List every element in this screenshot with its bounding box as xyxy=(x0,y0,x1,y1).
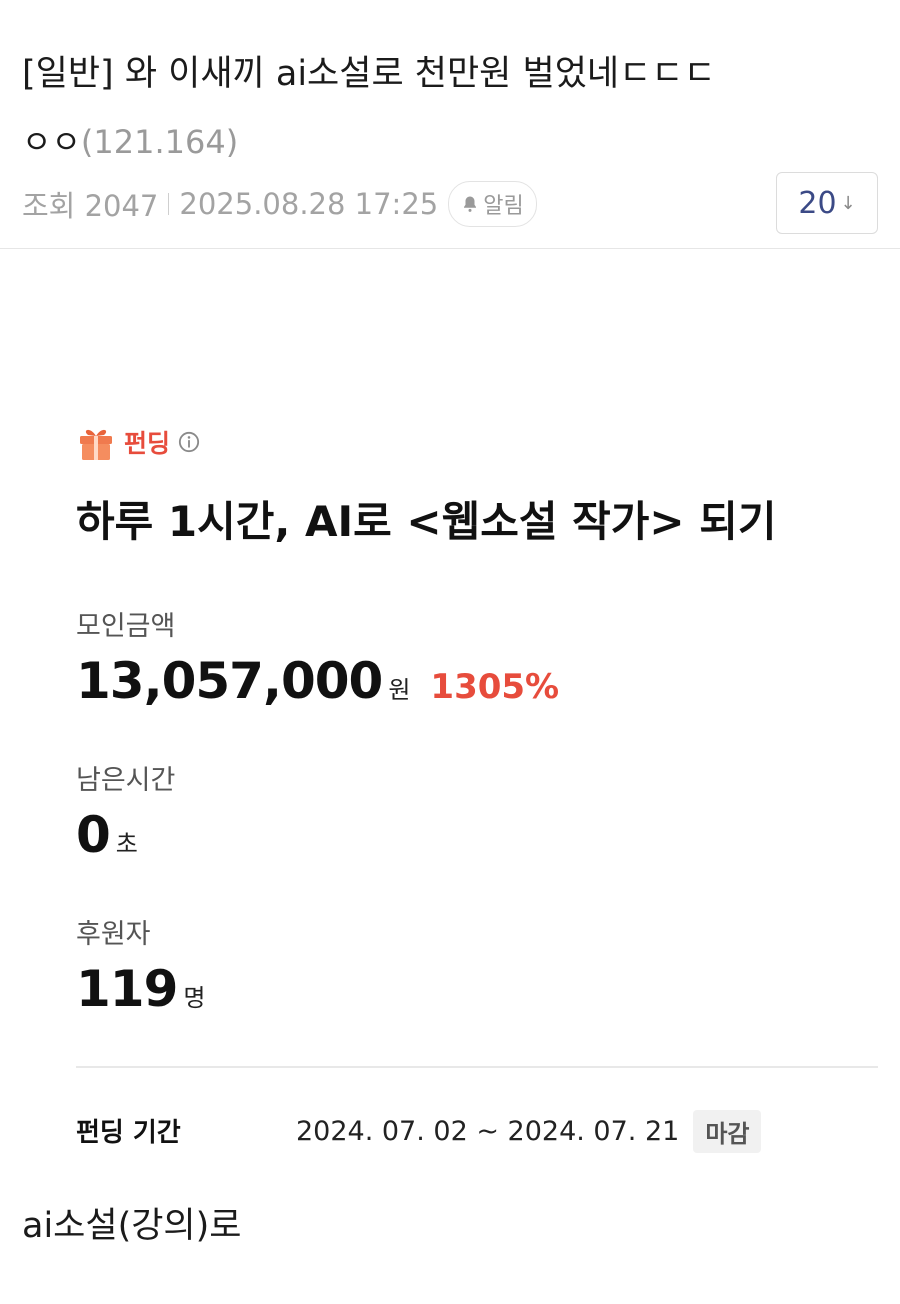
achievement-percent: 1305% xyxy=(430,667,560,707)
amount-value: 13,057,000 xyxy=(76,652,383,710)
arrow-down-icon: ↓ xyxy=(840,192,856,214)
post-header: [일반] 와 이새끼 ai소설로 천만원 벌었네ㄷㄷㄷ ㅇㅇ(121.164) … xyxy=(0,0,900,249)
time-value: 0 xyxy=(76,806,111,864)
funding-badge: 펀딩 xyxy=(76,422,200,462)
backers-row: 119 명 xyxy=(76,960,205,1018)
time-row: 0 초 xyxy=(76,806,138,864)
comment-count-button[interactable]: 20 ↓ xyxy=(776,172,878,234)
alarm-button[interactable]: 알림 xyxy=(448,181,537,227)
period-label: 펀딩 기간 xyxy=(76,1118,181,1148)
bell-icon xyxy=(464,196,477,212)
amount-unit: 원 xyxy=(388,676,411,704)
view-count: 조회 2047 xyxy=(22,189,159,223)
status-badge: 마감 xyxy=(693,1110,762,1153)
backers-value: 119 xyxy=(76,960,178,1018)
alarm-label: 알림 xyxy=(483,194,524,219)
info-icon[interactable] xyxy=(178,431,200,453)
card-divider xyxy=(76,1066,878,1068)
author-name[interactable]: ㅇㅇ xyxy=(22,123,81,161)
amount-label: 모인금액 xyxy=(76,611,176,642)
comment-count: 20 xyxy=(798,185,837,221)
time-label: 남은시간 xyxy=(76,765,176,796)
post-title: [일반] 와 이새끼 ai소설로 천만원 벌었네ㄷㄷㄷ xyxy=(22,54,716,94)
funding-title: 하루 1시간, AI로 <웹소설 작가> 되기 xyxy=(76,497,777,546)
post-datetime: 2025.08.28 17:25 xyxy=(179,187,439,221)
period-row: 2024. 07. 02 ~ 2024. 07. 21 마감 xyxy=(296,1110,762,1153)
period-value: 2024. 07. 02 ~ 2024. 07. 21 xyxy=(296,1116,680,1147)
backers-label: 후원자 xyxy=(76,919,151,950)
author-row: ㅇㅇ(121.164) xyxy=(22,120,238,164)
backers-unit: 명 xyxy=(183,984,206,1012)
time-unit: 초 xyxy=(115,830,138,858)
gift-icon xyxy=(80,429,112,460)
post-body-text: ai소설(강의)로 xyxy=(22,1206,242,1246)
author-ip: (121.164) xyxy=(80,123,239,161)
funding-label: 펀딩 xyxy=(124,429,171,458)
meta-divider xyxy=(168,193,170,215)
amount-row: 13,057,000 원 1305% xyxy=(76,652,559,710)
post-meta: 조회 2047 2025.08.28 17:25 알림 xyxy=(22,180,537,228)
